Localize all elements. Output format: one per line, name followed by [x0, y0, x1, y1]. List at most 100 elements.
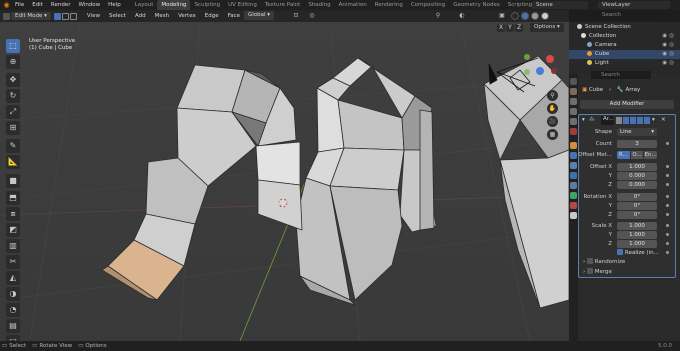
rotation-y-field[interactable]: 0° — [617, 202, 657, 210]
add-modifier-button[interactable]: Add Modifier — [580, 100, 674, 109]
randomize-subpanel[interactable]: › Randomize — [583, 258, 625, 267]
offset-x-field[interactable]: 1.000 — [617, 163, 657, 171]
menu-select[interactable]: Select — [105, 10, 130, 22]
modifier-name-field[interactable]: Ar... — [601, 116, 614, 125]
merge-subpanel[interactable]: › Merge — [583, 268, 612, 277]
outliner-item-collection[interactable]: Collection ◉◎ — [569, 32, 680, 41]
inset-tool[interactable]: ⧈ — [6, 207, 20, 221]
disabled-checkbox-icon[interactable] — [586, 268, 593, 274]
loop-cut-tool[interactable]: ▥ — [6, 239, 20, 253]
snap-icon[interactable]: ⊡ — [292, 12, 300, 20]
menu-mesh[interactable]: Mesh — [151, 10, 173, 22]
tab-modeling[interactable]: Modeling — [157, 0, 191, 10]
keyframe-dot-icon[interactable] — [666, 183, 669, 186]
camera-toggle-icon[interactable] — [644, 117, 650, 124]
outliner-item-camera[interactable]: Camera ◉◎ — [569, 41, 680, 50]
transform-orientation-selector[interactable]: Global ▾ — [244, 11, 275, 20]
keyframe-dot-icon[interactable] — [666, 242, 669, 245]
add-cube-tool[interactable]: ■ — [6, 174, 20, 188]
keyframe-dot-icon[interactable] — [666, 174, 669, 177]
tab-uv-editing[interactable]: UV Editing — [224, 0, 261, 10]
mode-selector[interactable]: Edit Mode ▾ — [11, 12, 51, 20]
menu-file[interactable]: File — [11, 0, 28, 10]
menu-face[interactable]: Face — [224, 10, 244, 22]
scale-x-field[interactable]: 1.000 — [617, 222, 657, 230]
mirror-y-toggle[interactable]: Y — [506, 24, 514, 32]
count-field[interactable]: 3 — [617, 140, 657, 148]
proportional-edit-icon[interactable]: ◎ — [308, 12, 316, 20]
bevel-tool[interactable]: ◩ — [6, 223, 20, 237]
camera-view-icon[interactable]: 🎥 — [547, 116, 558, 127]
material-shading-icon[interactable] — [531, 12, 539, 20]
tab-sculpting[interactable]: Sculpting — [190, 0, 224, 10]
visibility-toggle-icon[interactable]: ◉◎ — [662, 41, 676, 50]
extrude-tool[interactable]: ⬒ — [6, 191, 20, 205]
menu-add[interactable]: Add — [131, 10, 150, 22]
scene-selector[interactable]: Scene — [532, 1, 588, 9]
edge-slide-tool[interactable]: ▤ — [6, 319, 20, 333]
offset-z-field[interactable]: 0.000 — [617, 181, 657, 189]
keyframe-dot-icon[interactable] — [666, 224, 669, 227]
tab-animation[interactable]: Animation — [335, 0, 371, 10]
render-toggle-icon[interactable] — [637, 117, 643, 124]
menu-render[interactable]: Render — [47, 0, 75, 10]
view-layer-selector[interactable]: ViewLayer — [598, 1, 670, 9]
tool-tab-icon[interactable] — [570, 78, 577, 85]
viewport-options-button[interactable]: Options ▾ — [530, 23, 564, 32]
offset-y-field[interactable]: 0.000 — [617, 172, 657, 180]
tab-compositing[interactable]: Compositing — [407, 0, 449, 10]
knife-tool[interactable]: ✂ — [6, 255, 20, 269]
smooth-tool[interactable]: ◔ — [6, 303, 20, 317]
offset-object-button[interactable]: O... — [630, 151, 644, 159]
annotate-tool[interactable]: ✎ — [6, 139, 20, 153]
solid-shading-icon[interactable] — [521, 12, 529, 20]
menu-edit[interactable]: Edit — [28, 0, 47, 10]
rendered-shading-icon[interactable] — [541, 12, 549, 20]
tab-shading[interactable]: Shading — [304, 0, 334, 10]
cursor-tool[interactable]: ⊕ — [6, 55, 20, 69]
visibility-toggle-icon[interactable]: ◉◎ — [662, 50, 676, 59]
shape-dropdown[interactable]: Line ▾ — [617, 128, 657, 136]
keyframe-dot-icon[interactable] — [666, 204, 669, 207]
edge-select-icon[interactable] — [61, 12, 69, 20]
output-tab-icon[interactable] — [570, 98, 577, 105]
tab-layout[interactable]: Layout — [131, 0, 158, 10]
scale-tool[interactable]: ⤢ — [6, 105, 20, 119]
outliner-item-cube[interactable]: Cube ◉◎ — [569, 50, 680, 59]
tab-rendering[interactable]: Rendering — [371, 0, 407, 10]
tab-geometry-nodes[interactable]: Geometry Nodes — [449, 0, 503, 10]
keyframe-dot-icon[interactable] — [666, 251, 669, 254]
keyframe-dot-icon[interactable] — [666, 213, 669, 216]
menu-edge[interactable]: Edge — [201, 10, 223, 22]
on-cage-toggle-icon[interactable] — [623, 117, 629, 124]
visibility-toggle-icon[interactable]: ◉◎ — [662, 59, 676, 68]
rotation-x-field[interactable]: 0° — [617, 193, 657, 201]
poly-build-tool[interactable]: ◭ — [6, 271, 20, 285]
spin-tool[interactable]: ◑ — [6, 287, 20, 301]
select-box-tool[interactable]: ⬚ — [6, 39, 20, 53]
view-layer-tab-icon[interactable] — [570, 108, 577, 115]
edit-mode-toggle-icon[interactable] — [616, 117, 622, 124]
face-select-icon[interactable] — [69, 12, 77, 20]
render-tab-icon[interactable] — [570, 88, 577, 95]
menu-window[interactable]: Window — [74, 0, 104, 10]
menu-view[interactable]: View — [83, 10, 104, 22]
blender-logo-icon[interactable]: ◉ — [2, 1, 11, 9]
keyframe-dot-icon[interactable] — [666, 165, 669, 168]
disabled-checkbox-icon[interactable] — [586, 258, 593, 264]
modifier-dropdown-icon[interactable]: ▾ — [652, 116, 655, 125]
xray-icon[interactable]: ▣ — [498, 12, 506, 20]
menu-help[interactable]: Help — [104, 0, 125, 10]
properties-search-input[interactable]: Search — [591, 71, 651, 79]
mirror-x-toggle[interactable]: X — [497, 24, 505, 32]
outliner-search-input[interactable]: Search — [592, 11, 658, 20]
keyframe-dot-icon[interactable] — [666, 233, 669, 236]
overlays-icon[interactable]: ◐ — [458, 12, 466, 20]
offset-end-button[interactable]: En... — [644, 151, 658, 159]
menu-vertex[interactable]: Vertex — [174, 10, 200, 22]
vertex-select-icon[interactable] — [53, 12, 61, 20]
tab-texture-paint[interactable]: Texture Paint — [261, 0, 305, 10]
pan-hand-icon[interactable]: ✋ — [547, 103, 558, 114]
outliner-item-scene-collection[interactable]: Scene Collection — [569, 23, 680, 32]
viewport-toggle-icon[interactable] — [630, 117, 636, 124]
